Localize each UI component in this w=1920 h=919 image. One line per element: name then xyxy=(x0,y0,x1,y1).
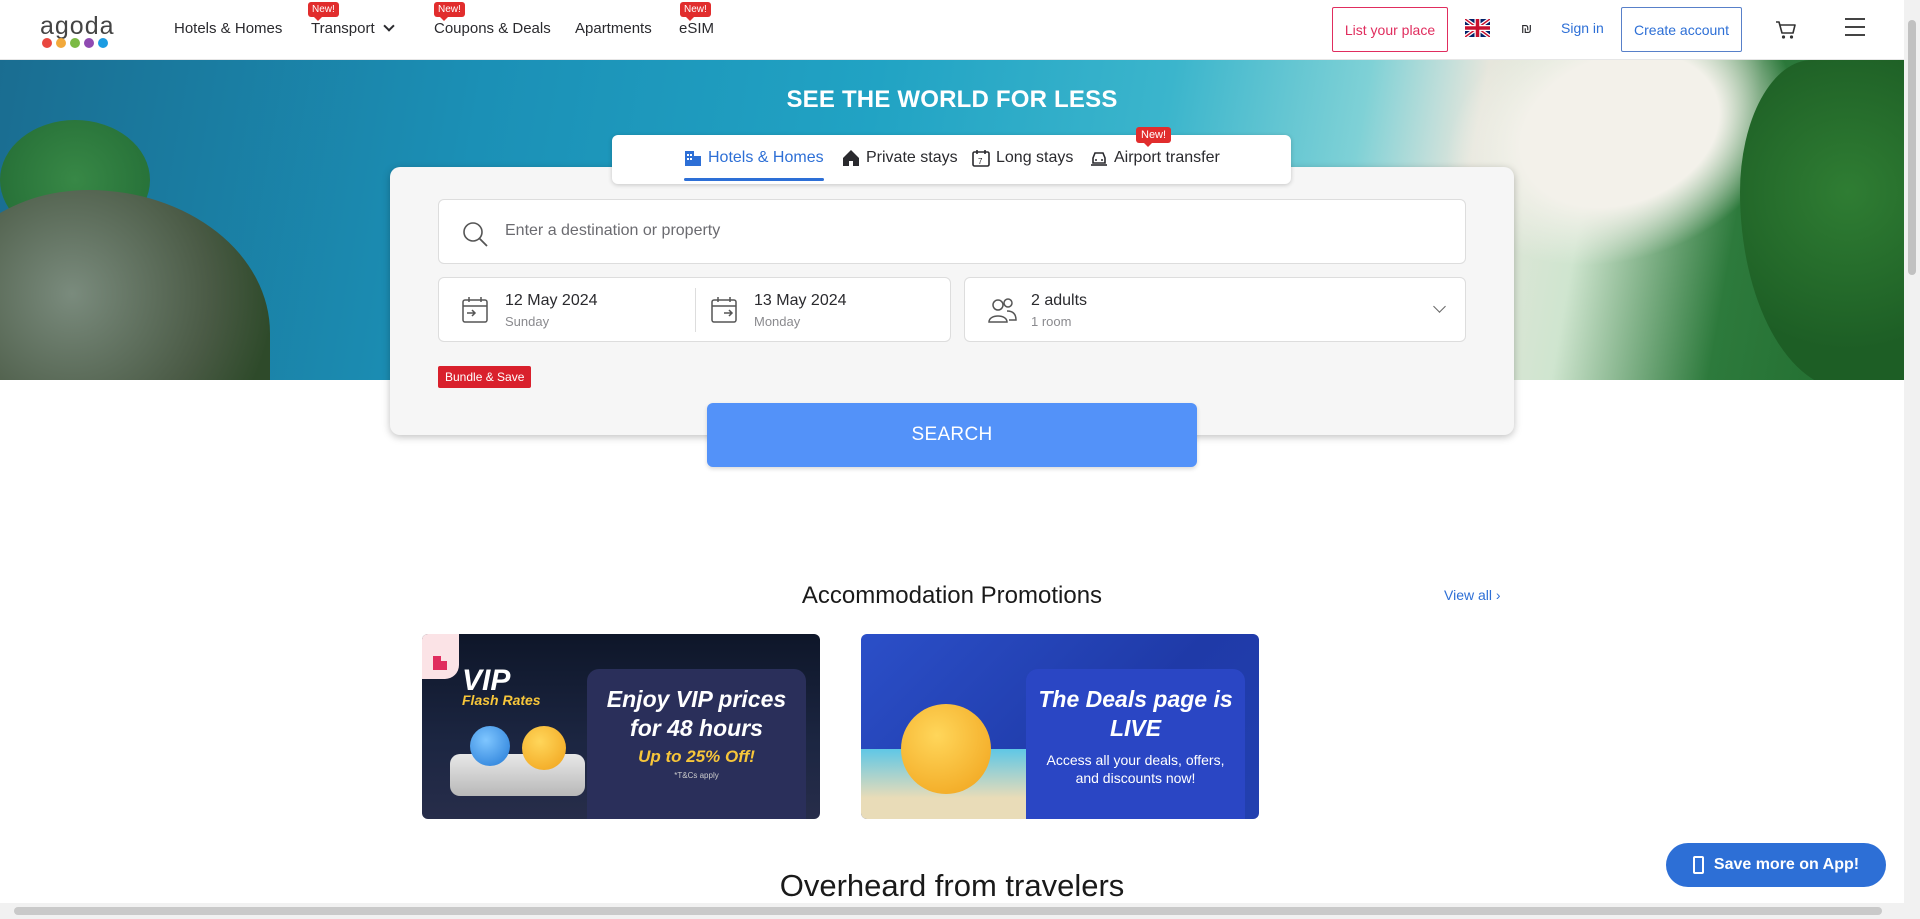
orange-mascot xyxy=(901,704,991,794)
nav-transport[interactable]: Transport xyxy=(311,20,395,37)
deals-headline: The Deals page is LIVE xyxy=(1038,686,1233,741)
sign-in-link[interactable]: Sign in xyxy=(1561,20,1604,36)
orange-mascot xyxy=(522,726,566,770)
nav-esim-label: eSIM xyxy=(679,20,715,37)
search-icon xyxy=(463,222,488,247)
nav-coupons-label: Coupons & Deals xyxy=(434,20,551,37)
tab-hotels-homes-label: Hotels & Homes xyxy=(708,149,824,166)
house-icon xyxy=(843,150,859,166)
rooms-count: 1 room xyxy=(1031,314,1072,329)
deals-text-panel: The Deals page is LIVE Access all your d… xyxy=(1026,669,1245,819)
tab-airport-transfer[interactable]: Airport transfer xyxy=(1090,149,1220,167)
view-all-link[interactable]: View all › xyxy=(1444,587,1501,603)
car-icon xyxy=(1091,152,1107,166)
checkout-calendar-icon xyxy=(711,297,737,323)
nav-hotels-homes[interactable]: Hotels & Homes xyxy=(174,20,282,37)
checkin-calendar-icon xyxy=(462,297,488,323)
tab-long-stays[interactable]: 7 Long stays xyxy=(972,149,1073,167)
list-your-place-button[interactable]: List your place xyxy=(1332,7,1448,52)
airport-new-badge: New! xyxy=(1136,127,1172,147)
flash-rates-logo: Flash Rates xyxy=(462,692,541,708)
page: agoda Hotels & Homes New! Transport New!… xyxy=(0,0,1920,919)
nav-apartments[interactable]: Apartments xyxy=(575,20,652,37)
destination-input[interactable] xyxy=(505,222,1405,240)
new-badge: New! xyxy=(308,2,339,21)
svg-text:7: 7 xyxy=(978,157,983,166)
tab-private-stays[interactable]: Private stays xyxy=(842,149,958,167)
horizontal-scroll-thumb[interactable] xyxy=(14,907,1882,915)
new-badge: New! xyxy=(434,2,465,21)
app-button-label: Save more on App! xyxy=(1713,856,1860,873)
overheard-title: Overheard from travelers xyxy=(779,868,1125,903)
nav-transport-label: Transport xyxy=(311,20,375,37)
uk-flag-icon[interactable] xyxy=(1465,19,1490,37)
adults-count: 2 adults xyxy=(1031,292,1088,309)
nav-esim[interactable]: eSIM xyxy=(679,20,714,37)
phone-icon xyxy=(1692,856,1704,874)
vip-text-panel: Enjoy VIP prices for 48 hours Up to 25% … xyxy=(587,669,806,819)
tab-long-stays-label: Long stays xyxy=(996,149,1074,166)
agoda-logo[interactable]: agoda xyxy=(40,12,116,50)
deals-description: Access all your deals, offers, and disco… xyxy=(1046,752,1225,786)
logo-text: agoda xyxy=(40,12,115,40)
promotions-title: Accommodation Promotions xyxy=(801,582,1103,609)
checkin-field[interactable]: 12 May 2024 Sunday xyxy=(439,278,694,343)
date-range-field: 12 May 2024 Sunday 13 May 2024 Monday xyxy=(438,277,951,342)
vip-terms: *T&Cs apply xyxy=(674,771,719,780)
guests-rooms-field[interactable]: 2 adults 1 room xyxy=(964,277,1466,342)
promo-card-vip[interactable]: VIP Flash Rates Enjoy VIP prices for 48 … xyxy=(422,634,820,819)
blue-mascot xyxy=(470,726,510,766)
logo-dots xyxy=(42,38,108,48)
search-button[interactable]: SEARCH xyxy=(707,403,1197,467)
tab-private-stays-label: Private stays xyxy=(866,149,958,166)
bundle-save-badge[interactable]: Bundle & Save xyxy=(438,366,532,388)
nav-apartments-label: Apartments xyxy=(575,20,652,37)
checkout-day: Monday xyxy=(754,314,801,329)
save-more-app-button[interactable]: Save more on App! xyxy=(1666,843,1886,887)
chevron-down-icon xyxy=(1433,300,1446,313)
checkout-field[interactable]: 13 May 2024 Monday xyxy=(696,278,951,343)
vertical-scroll-thumb[interactable] xyxy=(1908,20,1916,275)
nav-coupons-deals[interactable]: Coupons & Deals xyxy=(434,20,551,37)
guests-icon xyxy=(988,298,1017,323)
currency-selector[interactable]: ₪ xyxy=(1521,21,1532,36)
hamburger-menu-icon[interactable] xyxy=(1845,18,1865,36)
search-tabs: Hotels & Homes Private stays 7 Long stay… xyxy=(612,127,1291,184)
calendar-7-icon: 7 xyxy=(972,150,990,167)
vip-discount: Up to 25% Off! xyxy=(638,747,755,766)
tab-hotels-homes[interactable]: Hotels & Homes xyxy=(684,149,824,167)
create-account-button[interactable]: Create account xyxy=(1621,7,1742,52)
hotel-tag-icon xyxy=(422,634,459,679)
chevron-down-icon xyxy=(382,20,395,32)
vip-headline: Enjoy VIP prices for 48 hours xyxy=(606,686,787,741)
checkin-date: 12 May 2024 xyxy=(505,292,598,309)
promo-card-deals[interactable]: The Deals page is LIVE Access all your d… xyxy=(861,634,1259,819)
sofa-illustration xyxy=(450,754,585,796)
hero-title: SEE THE WORLD FOR LESS xyxy=(786,86,1118,113)
search-panel: 12 May 2024 Sunday 13 May 2024 Monday xyxy=(390,167,1514,435)
horizontal-scrollbar[interactable] xyxy=(0,903,1904,919)
checkout-date: 13 May 2024 xyxy=(754,292,847,309)
active-tab-indicator xyxy=(684,178,824,181)
tab-airport-transfer-label: Airport transfer xyxy=(1114,149,1220,166)
destination-field[interactable] xyxy=(438,199,1466,264)
vertical-scrollbar[interactable] xyxy=(1904,0,1920,919)
hotel-icon xyxy=(685,151,701,166)
checkin-day: Sunday xyxy=(505,314,550,329)
cart-icon[interactable] xyxy=(1775,20,1797,40)
top-header: agoda Hotels & Homes New! Transport New!… xyxy=(0,0,1904,60)
nav-hotels-homes-label: Hotels & Homes xyxy=(174,20,283,37)
new-badge: New! xyxy=(680,2,711,21)
